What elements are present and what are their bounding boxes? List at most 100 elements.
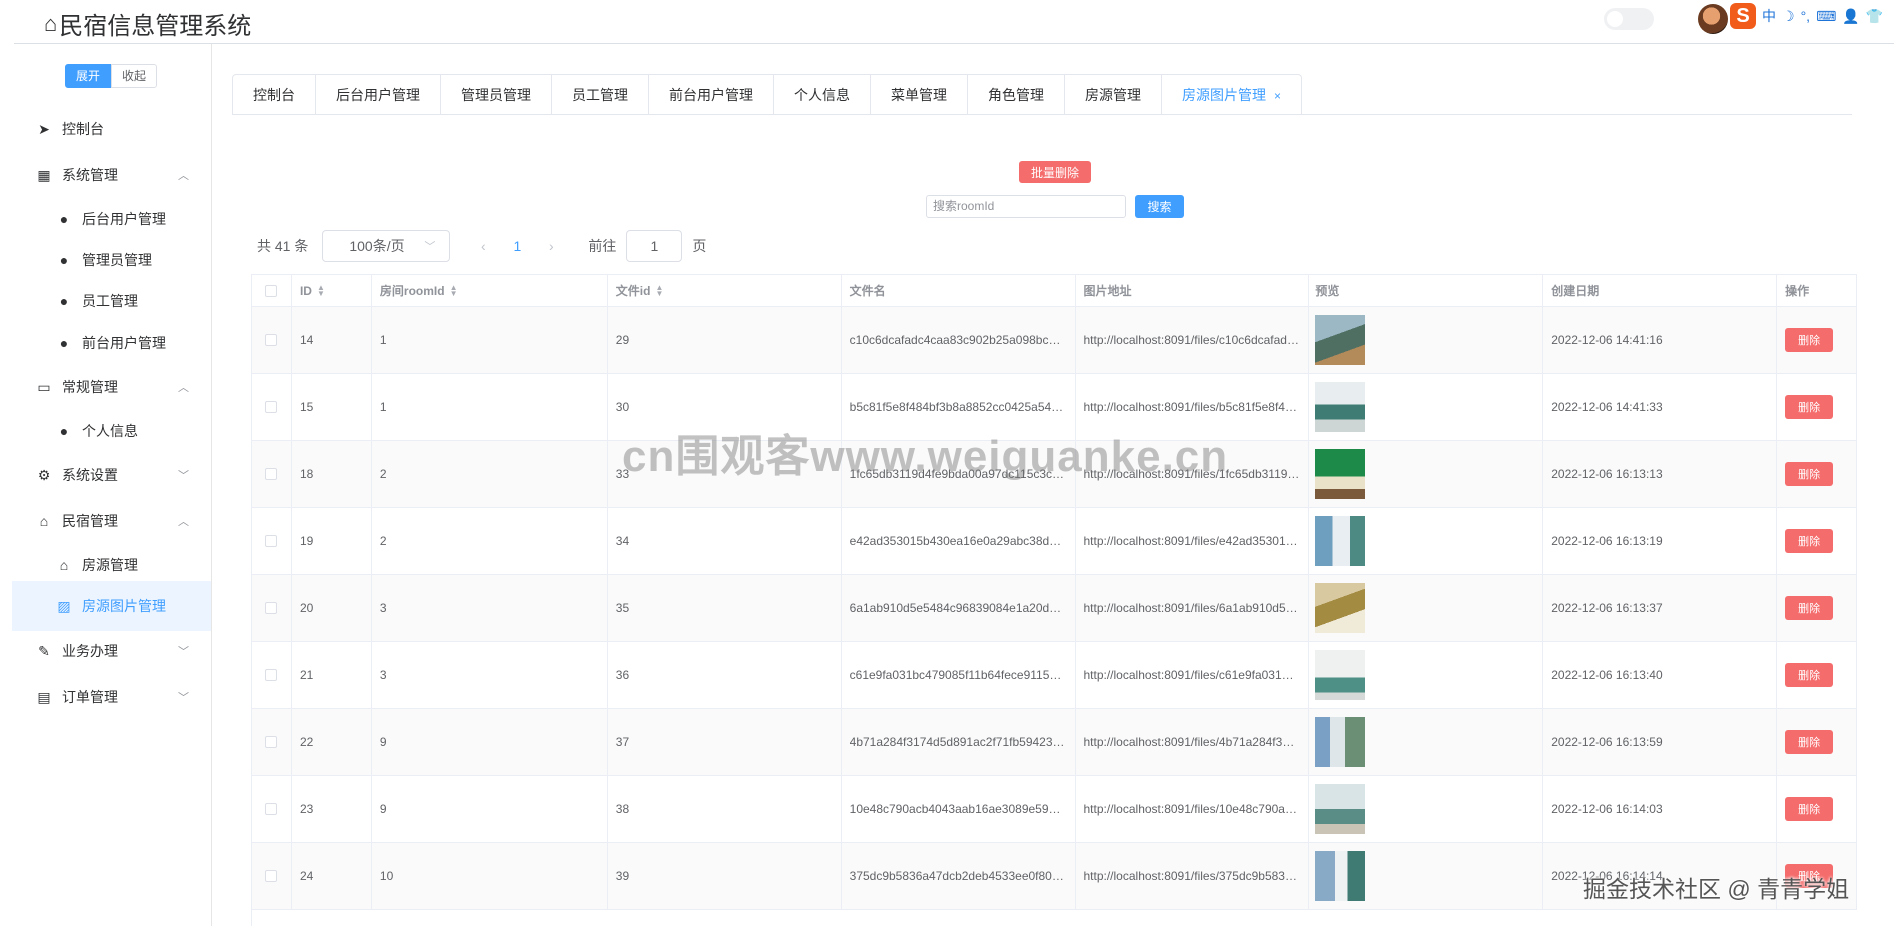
row-checkbox[interactable] [265,870,278,882]
ime-punct-icon[interactable]: °, [1801,8,1811,24]
cell-roomid: 1 [371,307,608,374]
tab-label: 管理员管理 [461,87,531,103]
chevron-up-icon[interactable]: ︿ [178,167,189,183]
column-header-fileid[interactable]: 文件id ▲ ▼ [607,275,842,307]
tab[interactable]: 房源管理 [1065,75,1162,115]
chevron-up-icon[interactable]: ︿ [178,379,189,395]
row-checkbox[interactable] [265,468,278,480]
search-input[interactable]: 搜索roomId [926,195,1126,218]
row-checkbox[interactable] [265,803,278,815]
delete-button[interactable]: 删除 [1785,328,1834,352]
cell-url: http://localhost:8091/files/375dc9b583… [1075,843,1310,910]
sort-icon[interactable]: ▲ ▼ [317,283,325,297]
room-thumbnail[interactable] [1315,315,1366,365]
sidebar-item[interactable]: ▦ 系统管理 ︿ [12,150,211,200]
column-header-id[interactable]: ID ▲ ▼ [291,275,372,307]
cell-date: 2022-12-06 16:13:37 [1543,575,1778,642]
tab[interactable]: 后台用户管理 [316,75,441,115]
user-icon: ● [59,293,69,309]
ime-moon-icon[interactable]: ☽ [1782,8,1795,25]
cell-url: http://localhost:8091/files/e42ad35301… [1075,508,1310,575]
url-text: http://localhost:8091/files/c61e9fa031… [1083,668,1294,682]
delete-button[interactable]: 删除 [1785,395,1834,419]
close-icon[interactable]: × [1274,89,1281,103]
ime-lang-icon[interactable]: 中 [1762,6,1776,26]
chevron-down-icon[interactable]: ﹀ [178,643,189,659]
tab[interactable]: 个人信息 [774,75,871,115]
delete-button[interactable]: 删除 [1785,663,1834,687]
avatar[interactable] [1698,4,1728,34]
goto-page-input[interactable]: 1 [626,230,683,262]
tab-label: 控制台 [253,87,295,103]
room-thumbnail[interactable] [1315,650,1366,700]
row-checkbox[interactable] [265,334,278,346]
cell-date: 2022-12-06 16:13:19 [1543,508,1778,575]
cell-preview [1309,508,1544,575]
tab[interactable]: 房源图片管理 × [1162,75,1302,115]
table-row: 20 3 35 6a1ab910d5e5484c96839084e1a20d… http… [252,575,1857,642]
row-checkbox[interactable] [265,535,278,547]
delete-button[interactable]: 删除 [1785,529,1834,553]
tab[interactable]: 管理员管理 [441,75,552,115]
expand-button[interactable]: 展开 [65,64,112,88]
ime-user-icon[interactable]: 👤 [1842,8,1859,25]
sort-icon[interactable]: ▲ ▼ [655,283,663,297]
page-number[interactable]: 1 [500,238,534,254]
room-thumbnail[interactable] [1315,717,1366,767]
room-thumbnail[interactable] [1315,516,1366,566]
fold-button[interactable]: 收起 [111,64,158,88]
sidebar-item[interactable]: ➤ 控制台 [12,104,211,154]
search-button[interactable]: 搜索 [1135,195,1184,218]
sidebar-item[interactable]: ⌂ 民宿管理 ︿ [12,496,211,546]
delete-button[interactable]: 删除 [1785,462,1834,486]
row-checkbox[interactable] [265,669,278,681]
tab[interactable]: 员工管理 [552,75,649,115]
app-title-text: 民宿信息管理系统 [59,13,252,40]
room-thumbnail[interactable] [1315,449,1366,499]
cell-url: http://localhost:8091/files/10e48c790a… [1075,776,1310,843]
sidebar-item[interactable]: ▭ 常规管理 ︿ [12,362,211,412]
sidebar-item[interactable]: ▤ 订单管理 ﹀ [12,672,211,722]
sidebar-item[interactable]: ✎ 业务办理 ﹀ [12,626,211,676]
ime-skin-icon[interactable]: 👕 [1866,8,1883,25]
select-all-checkbox[interactable] [265,284,278,297]
batch-delete-button[interactable]: 批量删除 [1019,161,1091,183]
room-thumbnail[interactable] [1315,382,1366,432]
sidebar-item[interactable]: ⚙ 系统设置 ﹀ [12,450,211,500]
delete-button[interactable]: 删除 [1785,797,1834,821]
sidebar-item[interactable]: ▨ 房源图片管理 [12,581,211,631]
next-page-button[interactable]: › [534,238,568,254]
home-icon: ⌂ [39,513,49,529]
chevron-up-icon[interactable]: ︿ [178,513,189,529]
room-thumbnail[interactable] [1315,784,1366,834]
row-checkbox[interactable] [265,401,278,413]
cell-roomid: 9 [371,776,608,843]
page-size-select[interactable]: 100条/页 ﹀ [322,230,451,262]
room-thumbnail[interactable] [1315,851,1366,901]
chevron-down-icon[interactable]: ﹀ [178,467,189,483]
sogou-ime-icon[interactable]: S [1730,3,1756,29]
sort-icon[interactable]: ▲ ▼ [450,283,458,297]
row-checkbox[interactable] [265,602,278,614]
chevron-down-icon[interactable]: ﹀ [178,689,189,705]
page-suffix-label: 页 [692,238,707,254]
column-header-roomid[interactable]: 房间roomId ▲ ▼ [371,275,608,307]
sidebar-item[interactable]: ● 个人信息 [12,406,211,456]
cell-filename: 375dc9b5836a47dcb2deb4533ee0f80… [841,843,1076,910]
cell-preview [1309,575,1544,642]
delete-button[interactable]: 删除 [1785,730,1834,754]
tab[interactable]: 角色管理 [968,75,1065,115]
row-checkbox[interactable] [265,736,278,748]
delete-button[interactable]: 删除 [1785,596,1834,620]
ime-keyboard-icon[interactable]: ⌨ [1816,8,1836,25]
sidebar-item-label: 前台用户管理 [82,335,166,351]
prev-page-button[interactable]: ‹ [466,238,500,254]
sidebar-item[interactable]: ● 前台用户管理 [12,318,211,368]
cell-url: http://localhost:8091/files/c61e9fa031… [1075,642,1310,709]
theme-toggle[interactable] [1604,8,1654,30]
tab[interactable]: 控制台 [233,75,316,115]
column-header-preview: 预览 [1309,275,1544,307]
tab[interactable]: 前台用户管理 [649,75,774,115]
room-thumbnail[interactable] [1315,583,1366,633]
tab[interactable]: 菜单管理 [871,75,968,115]
